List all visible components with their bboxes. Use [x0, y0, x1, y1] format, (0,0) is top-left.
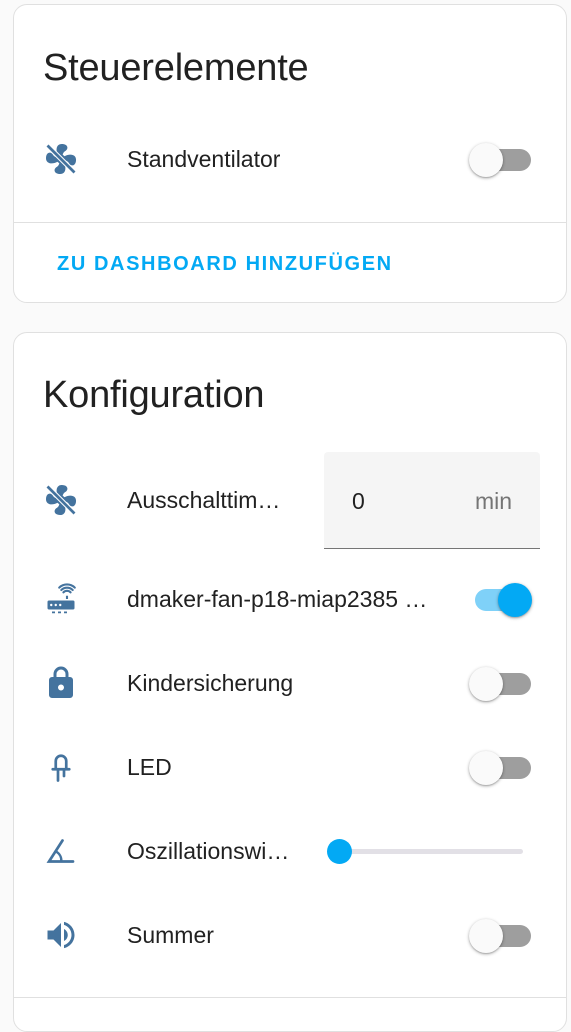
toggle-thumb[interactable]	[498, 583, 532, 617]
slider-thumb[interactable]	[327, 839, 352, 864]
add-to-dashboard-button[interactable]: ZU DASHBOARD HINZUFÜGEN	[57, 253, 393, 276]
wifi-toggle[interactable]	[469, 583, 533, 617]
oscillation-angle-slider[interactable]	[327, 835, 525, 867]
entity-label: Ausschalttim…	[127, 487, 281, 513]
entity-row-standventilator[interactable]: Standventilator	[14, 129, 566, 189]
toggle-thumb[interactable]	[469, 667, 503, 701]
led-icon	[43, 749, 79, 785]
card-divider	[14, 997, 566, 998]
standventilator-toggle[interactable]	[469, 143, 533, 177]
angle-acute-icon	[43, 833, 79, 869]
toggle-thumb[interactable]	[469, 751, 503, 785]
buzzer-toggle[interactable]	[469, 919, 533, 953]
toggle-thumb[interactable]	[469, 919, 503, 953]
timer-value[interactable]: 0	[352, 488, 365, 515]
timer-number-input[interactable]: 0 min	[324, 452, 540, 549]
volume-high-icon	[43, 917, 79, 953]
toggle-thumb[interactable]	[469, 143, 503, 177]
child-lock-toggle[interactable]	[469, 667, 533, 701]
router-wireless-icon	[43, 581, 79, 617]
card-divider	[14, 222, 566, 223]
slider-track[interactable]	[339, 849, 523, 854]
entity-row-summer[interactable]: Summer	[14, 905, 566, 965]
entity-row-led[interactable]: LED	[14, 737, 566, 797]
led-toggle[interactable]	[469, 751, 533, 785]
entity-label: LED	[127, 754, 172, 780]
configuration-title: Konfiguration	[43, 374, 265, 416]
entity-label: Summer	[127, 922, 214, 948]
configuration-card: Konfiguration Ausschalttim… 0 min dmaker…	[13, 332, 567, 1032]
lock-icon	[43, 665, 79, 701]
entity-label: Kindersicherung	[127, 670, 294, 696]
entity-label: Oszillationswi…	[127, 838, 290, 864]
entity-row-oszillationswinkel[interactable]: Oszillationswi…	[14, 821, 566, 881]
controls-title: Steuerelemente	[43, 47, 309, 89]
entity-label: dmaker-fan-p18-miap2385 …	[127, 586, 428, 612]
entity-row-wifi[interactable]: dmaker-fan-p18-miap2385 …	[14, 569, 566, 629]
fan-off-icon	[43, 141, 79, 177]
controls-card: Steuerelemente Standventilator ZU DASHBO…	[13, 4, 567, 303]
entity-label: Standventilator	[127, 146, 281, 172]
fan-off-icon	[43, 482, 79, 518]
timer-unit: min	[474, 488, 512, 514]
entity-row-kindersicherung[interactable]: Kindersicherung	[14, 653, 566, 713]
